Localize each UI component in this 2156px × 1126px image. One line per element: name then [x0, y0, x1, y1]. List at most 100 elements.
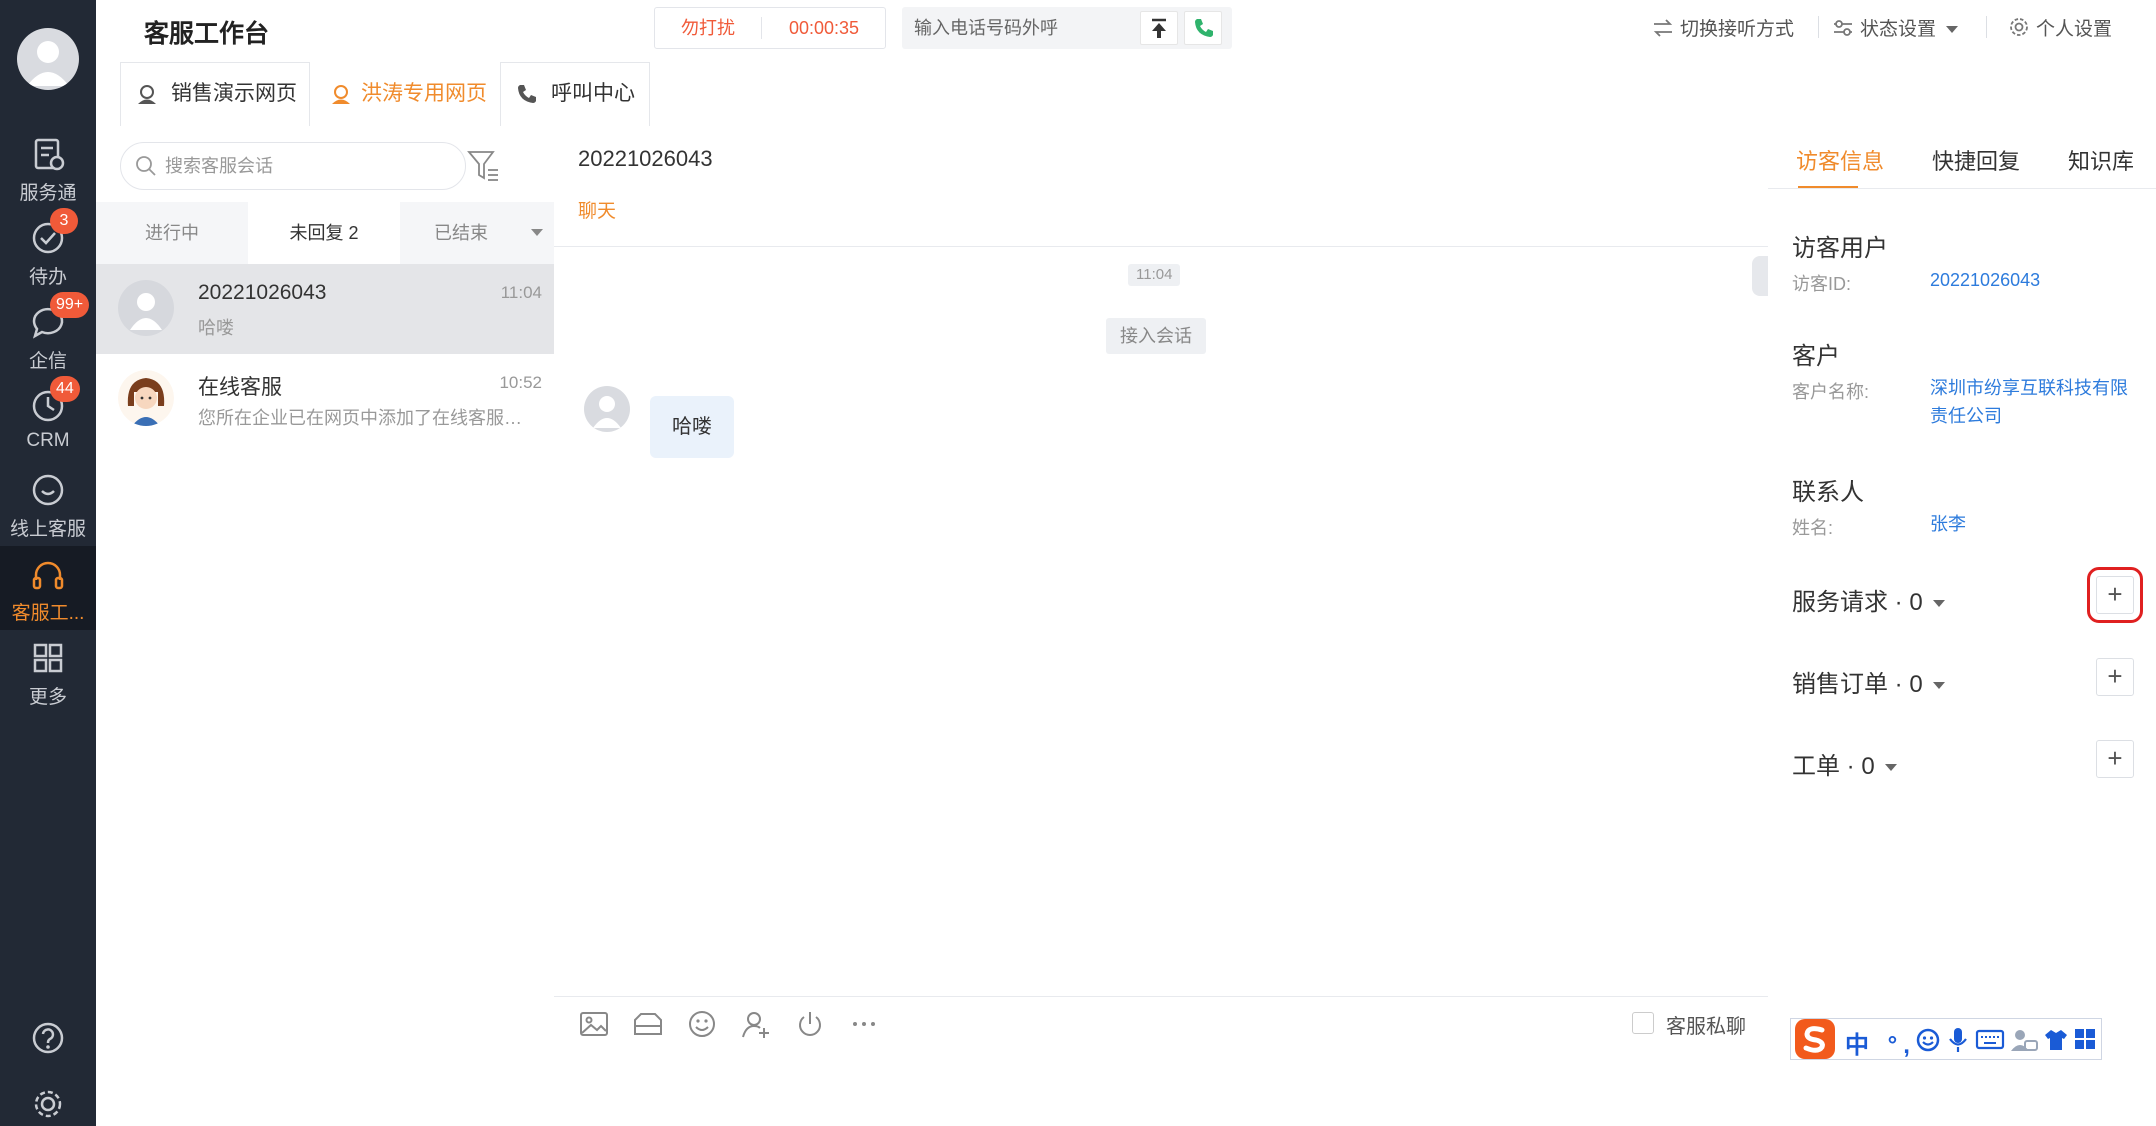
swap-icon: [1653, 19, 1673, 37]
call-status-box: 勿打扰 00:00:35: [654, 7, 886, 49]
service-request-header[interactable]: 服务请求 · 0: [1792, 582, 1945, 617]
agent-icon: [332, 85, 350, 104]
sidebar-item-label: 更多: [28, 687, 67, 708]
collapse-panel-handle[interactable]: [1752, 256, 1768, 296]
sidebar-item-service-desk[interactable]: 客服工...: [0, 546, 96, 630]
filter-ended[interactable]: 已结束: [400, 202, 522, 264]
filter-unreplied[interactable]: 未回复 2: [248, 202, 400, 264]
status-settings-dropdown[interactable]: 状态设置: [1832, 14, 1959, 41]
sidebar-item-label: 企信: [28, 351, 67, 372]
search-icon: [136, 156, 156, 176]
more-icon[interactable]: [848, 1008, 880, 1040]
sidebar-item-messages[interactable]: 99+ 企信: [0, 292, 96, 382]
image-icon[interactable]: [578, 1008, 610, 1040]
search-input[interactable]: [165, 143, 455, 189]
service-request-label: 服务请求 · 0: [1792, 589, 1923, 616]
phone-icon: [1195, 19, 1213, 37]
top-bar: 客服工作台 勿打扰 00:00:35 切换接听方式 状态设置 个人设置: [96, 0, 2156, 56]
tab-sales-demo[interactable]: 销售演示网页: [120, 62, 310, 126]
microphone-icon: [1949, 1028, 1967, 1052]
gear-icon: [2010, 18, 2028, 36]
help-icon[interactable]: [30, 1020, 66, 1056]
todo-badge: 3: [50, 208, 78, 234]
message-bubble: 哈喽: [650, 396, 734, 458]
section-visitor: 访客用户: [1792, 235, 1888, 262]
visitor-id-key: 访客ID:: [1792, 274, 1852, 294]
filter-icon[interactable]: [466, 148, 502, 184]
chevron-down-icon: [1932, 600, 1945, 608]
status-settings-label: 状态设置: [1860, 19, 1937, 40]
visitor-info-panel: 访客信息 快捷回复 知识库 访客用户 访客ID: 20221026043 客户 …: [1768, 126, 2156, 1126]
private-chat-label: 客服私聊: [1666, 1016, 1746, 1038]
work-order-header[interactable]: 工单 · 0: [1792, 746, 1897, 781]
sales-order-header[interactable]: 销售订单 · 0: [1792, 664, 1945, 699]
switch-answer-mode[interactable]: 切换接听方式: [1652, 14, 1794, 41]
contact-name-value[interactable]: 张李: [1930, 510, 2140, 538]
tab-hongtao-page[interactable]: 洪涛专用网页: [314, 62, 498, 126]
chevron-down-icon: [1946, 26, 1959, 34]
tab-quick-reply[interactable]: 快捷回复: [1932, 144, 2020, 176]
conversation-time: 11:04: [500, 283, 542, 302]
sidebar-item-service[interactable]: 服务通: [0, 130, 96, 214]
tab-knowledge-base[interactable]: 知识库: [2068, 144, 2134, 176]
tab-chat[interactable]: 聊天: [578, 196, 616, 223]
user-avatar[interactable]: [17, 28, 79, 90]
work-order-label: 工单 · 0: [1792, 753, 1875, 780]
sales-order-label: 销售订单 · 0: [1792, 671, 1923, 698]
sidebar-item-label: 线上客服: [9, 519, 86, 540]
tab-call-center[interactable]: 呼叫中心: [500, 62, 650, 126]
chevron-down-icon: [1932, 682, 1945, 690]
ime-toolbar[interactable]: 中 °,: [1790, 1018, 2102, 1060]
phone-number-input[interactable]: [902, 7, 1142, 49]
sidebar-item-more[interactable]: 更多: [0, 634, 96, 718]
search-box: [120, 142, 466, 190]
avatar: [118, 280, 174, 336]
sliders-icon: [1834, 20, 1852, 36]
sidebar-item-crm[interactable]: 44 CRM: [0, 376, 96, 466]
customer-name-key: 客户名称:: [1792, 382, 1870, 402]
add-service-request-button[interactable]: +: [2087, 567, 2143, 623]
sidebar-item-online-service[interactable]: 线上客服: [0, 466, 96, 550]
user-icon: [2011, 1030, 2038, 1051]
dial-box: [902, 7, 1232, 49]
sogou-logo-icon: [1795, 1019, 1835, 1059]
customer-name-value[interactable]: 深圳市纷享互联科技有限责任公司: [1930, 374, 2140, 430]
emoji-icon[interactable]: [686, 1008, 718, 1040]
call-timer: 00:00:35: [788, 18, 860, 38]
call-button[interactable]: [1184, 11, 1222, 45]
filter-in-progress[interactable]: 进行中: [96, 202, 248, 264]
tab-visitor-info[interactable]: 访客信息: [1796, 144, 1884, 176]
conversation-name: 在线客服: [198, 376, 282, 399]
personal-settings[interactable]: 个人设置: [2008, 14, 2112, 41]
sidebar-item-label: 客服工...: [11, 603, 85, 624]
conversation-preview: 哈喽: [198, 318, 234, 338]
sidebar: 服务通 3 待办 99+ 企信 44 CRM 线上客服 客服工... 更多: [0, 0, 96, 1126]
messages-badge: 99+: [50, 292, 90, 318]
add-work-order-button[interactable]: +: [2096, 740, 2134, 778]
divider: [1818, 16, 1819, 38]
visitor-id-value[interactable]: 20221026043: [1930, 266, 2140, 294]
add-sales-order-button[interactable]: +: [2096, 658, 2134, 696]
transfer-up-button[interactable]: [1140, 11, 1178, 45]
divider: [1768, 188, 2156, 189]
tab-label: 销售演示网页: [171, 82, 297, 105]
conversation-item[interactable]: 在线客服 10:52 您所在企业已在网页中添加了在线客服插件: [96, 354, 554, 444]
chevron-down-icon: [1884, 764, 1897, 772]
tab-label: 洪涛专用网页: [361, 82, 487, 105]
chevron-down-icon[interactable]: [530, 228, 544, 238]
personal-settings-label: 个人设置: [2036, 19, 2113, 40]
sidebar-item-todo[interactable]: 3 待办: [0, 208, 96, 298]
gear-icon[interactable]: [30, 1086, 66, 1122]
phone-icon: [518, 85, 536, 103]
end-session-icon[interactable]: [794, 1008, 826, 1040]
time-divider: 11:04: [1128, 264, 1181, 286]
private-chat-checkbox[interactable]: [1632, 1012, 1654, 1034]
private-chat-toggle[interactable]: 客服私聊: [1632, 1010, 1746, 1039]
chat-title: 20221026043: [578, 146, 713, 171]
chat-toolbar: 客服私聊: [554, 996, 1768, 1056]
grid-icon: [33, 643, 63, 673]
folder-icon[interactable]: [632, 1008, 664, 1040]
conversation-item[interactable]: 20221026043 11:04 哈喽: [96, 264, 554, 354]
transfer-icon[interactable]: [740, 1008, 772, 1040]
do-not-disturb-button[interactable]: 勿打扰: [655, 8, 761, 48]
